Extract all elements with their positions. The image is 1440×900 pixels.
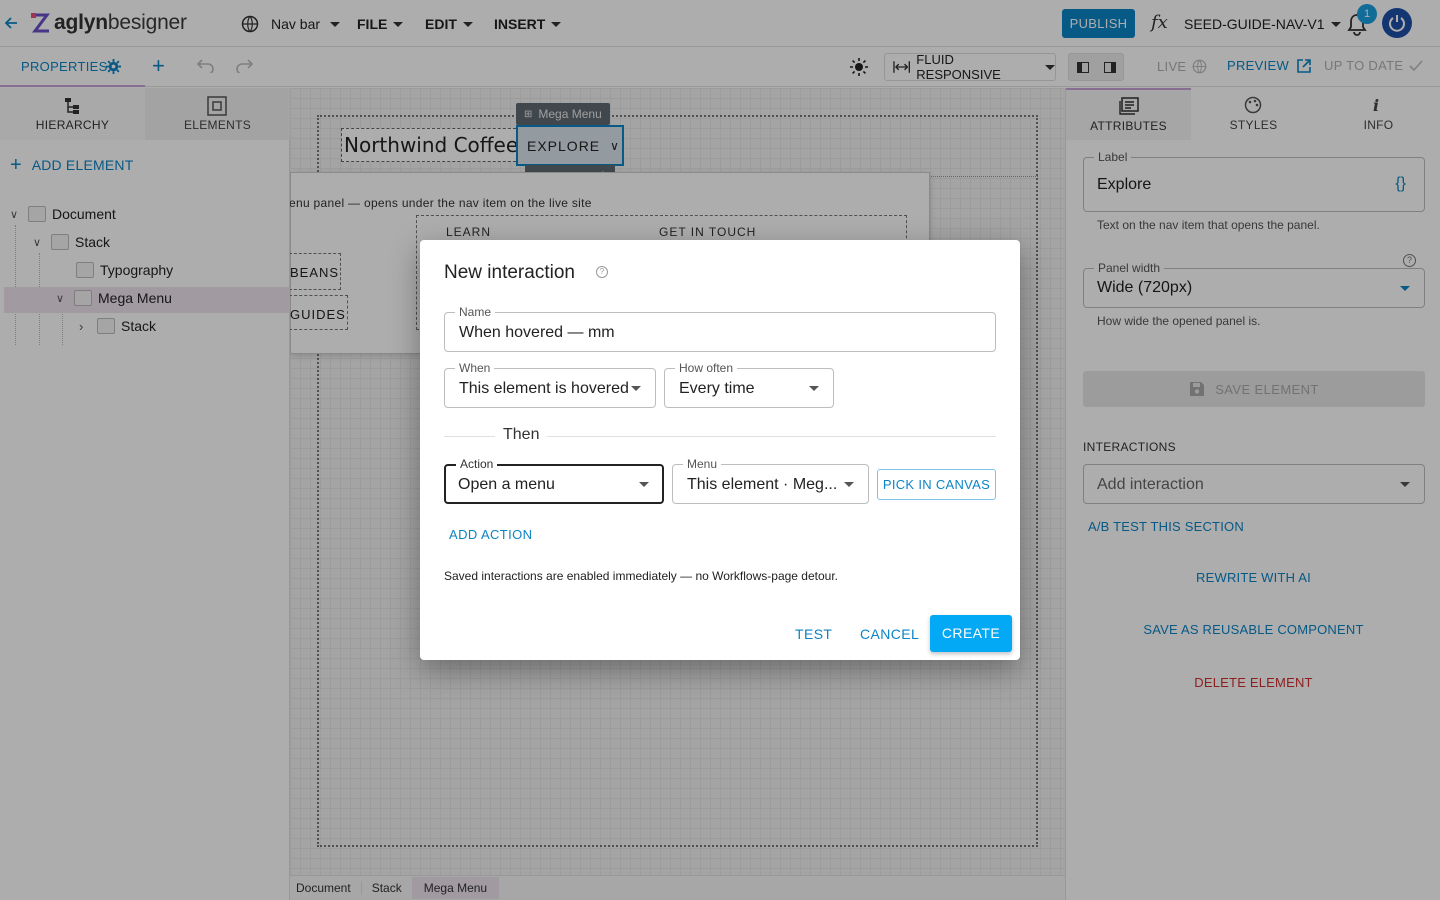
- chevron-down-icon: [639, 482, 649, 487]
- chevron-down-icon: [631, 386, 641, 391]
- create-button[interactable]: CREATE: [930, 615, 1012, 652]
- action-select-value: Open a menu: [458, 476, 555, 493]
- when-select-value: This element is hovered: [459, 380, 629, 397]
- menu-select[interactable]: Menu This element · Meg...: [672, 457, 869, 504]
- pick-in-canvas-button[interactable]: PICK IN CANVAS: [877, 469, 996, 500]
- name-input-value: When hovered — mm: [459, 324, 615, 341]
- how-often-select[interactable]: How often Every time: [664, 361, 834, 408]
- dialog-title: New interaction: [444, 262, 575, 283]
- then-label: Then: [495, 426, 548, 444]
- menu-select-value: This element · Meg...: [687, 476, 838, 493]
- how-often-select-label: How often: [675, 361, 738, 375]
- action-select[interactable]: Action Open a menu: [444, 457, 664, 504]
- when-select[interactable]: When This element is hovered: [444, 361, 656, 408]
- cancel-button[interactable]: CANCEL: [860, 626, 919, 642]
- how-often-select-value: Every time: [679, 380, 755, 397]
- add-action-button[interactable]: ADD ACTION: [449, 527, 532, 542]
- chevron-down-icon: [844, 482, 854, 487]
- action-select-label: Action: [456, 457, 498, 471]
- dialog-note: Saved interactions are enabled immediate…: [444, 569, 838, 583]
- chevron-down-icon: [809, 386, 819, 391]
- when-select-label: When: [455, 361, 495, 375]
- help-icon[interactable]: ?: [596, 266, 608, 278]
- name-input[interactable]: Name When hovered — mm: [444, 305, 996, 352]
- menu-select-label: Menu: [683, 457, 722, 471]
- name-input-label: Name: [455, 305, 496, 319]
- test-button[interactable]: TEST: [795, 626, 832, 642]
- new-interaction-dialog: New interaction ? Name When hovered — mm…: [420, 240, 1020, 660]
